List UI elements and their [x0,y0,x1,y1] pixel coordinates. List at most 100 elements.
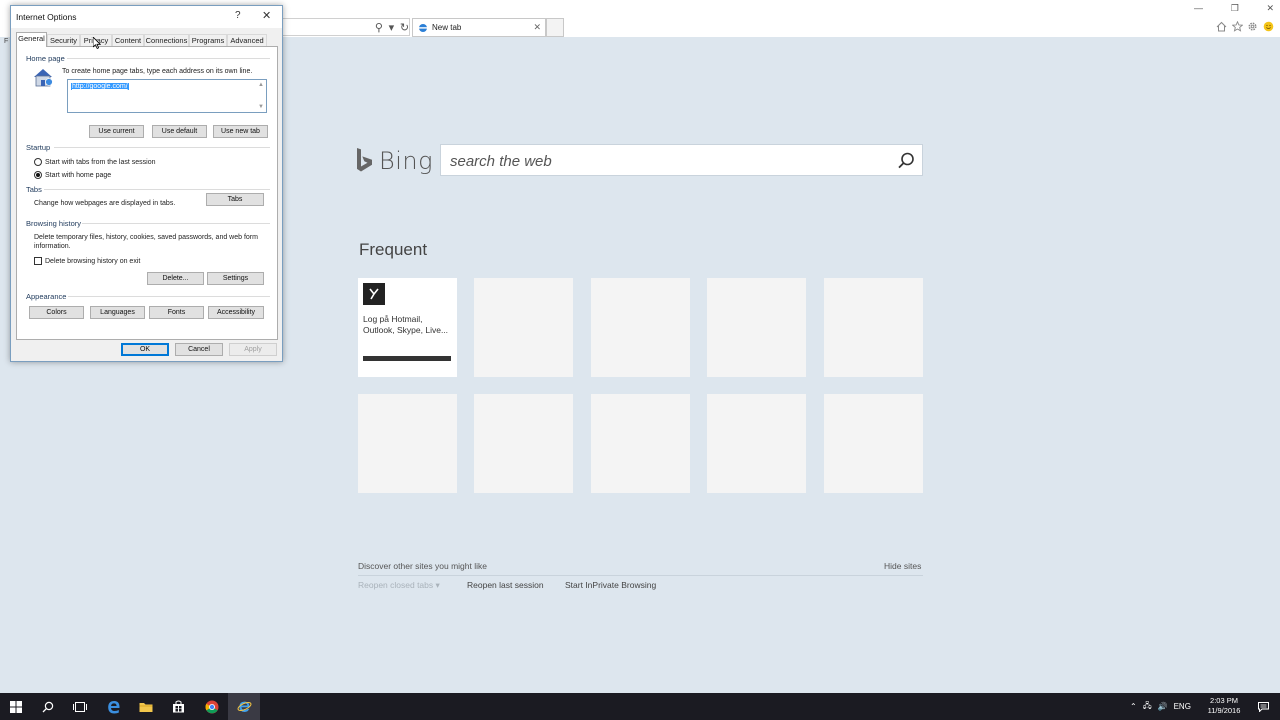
file-explorer-button[interactable] [130,693,162,720]
tile-label: Log på Hotmail, Outlook, Skype, Live... [363,314,449,335]
delete-history-on-exit-checkbox[interactable] [34,257,42,265]
task-view-icon [73,701,87,712]
close-window-icon[interactable]: ✕ [1266,3,1274,15]
edge-taskbar-button[interactable] [98,693,130,720]
dialog-titlebar[interactable]: Internet Options ? ✕ [11,6,282,28]
ok-button[interactable]: OK [121,343,169,356]
minimize-icon[interactable]: — [1194,3,1203,15]
store-bag-icon [172,700,184,713]
search-input[interactable] [450,151,880,171]
smiley-icon[interactable] [1263,21,1274,32]
tab-advanced[interactable]: Advanced [227,34,267,46]
frequent-tile-empty[interactable] [591,278,690,377]
group-divider [68,296,270,297]
help-icon[interactable]: ? [235,10,241,21]
colors-button[interactable]: Colors [29,306,84,319]
clock[interactable]: 2:03 PM 11/9/2016 [1200,696,1248,716]
radio-last-session-label: Start with tabs from the last session [45,159,156,166]
dialog-title: Internet Options [16,12,77,22]
bing-logo: Bing [356,146,433,176]
radio-last-session[interactable] [34,158,42,166]
use-current-button[interactable]: Use current [89,125,144,138]
refresh-icon[interactable]: ↻ [400,21,409,34]
group-divider [82,223,270,224]
tab-connections[interactable]: Connections [144,34,189,46]
frequent-tile-empty[interactable] [474,394,573,493]
internet-explorer-icon [237,701,251,712]
inprivate-browsing-link[interactable]: Start InPrivate Browsing [565,580,656,590]
search-icon [42,701,54,712]
task-view-button[interactable] [64,693,96,720]
use-default-button[interactable]: Use default [152,125,207,138]
mouse-cursor-icon [93,37,101,49]
delete-history-on-exit-label: Delete browsing history on exit [45,258,141,265]
use-new-tab-button[interactable]: Use new tab [213,125,268,138]
browser-tab-new-tab[interactable]: New tab ✕ [412,18,546,37]
tabs-description: Change how webpages are displayed in tab… [34,200,176,207]
home-icon[interactable] [1216,21,1227,32]
outlook-glyph-icon [369,288,379,300]
restore-icon[interactable]: ❐ [1231,3,1239,15]
tabs-settings-button[interactable]: Tabs [206,193,264,206]
frequent-tile-empty[interactable] [707,394,806,493]
frequent-tile-empty[interactable] [358,394,457,493]
tab-security[interactable]: Security [47,34,80,46]
hide-sites-link[interactable]: Hide sites [884,561,921,571]
footer-divider [358,575,923,576]
tile-color-bar [363,356,451,361]
radio-home-page-label: Start with home page [45,172,112,179]
clock-time: 2:03 PM [1210,696,1238,705]
window-controls: — ❐ ✕ [1194,3,1274,15]
dropdown-icon[interactable]: ▾ [389,21,395,34]
frequent-tile-hotmail[interactable]: Log på Hotmail, Outlook, Skype, Live... [358,278,457,377]
apply-button[interactable]: Apply [229,343,277,356]
cancel-button[interactable]: Cancel [175,343,223,356]
browsing-history-description: Delete temporary files, history, cookies… [34,234,258,250]
fonts-button[interactable]: Fonts [149,306,204,319]
search-taskbar-button[interactable] [32,693,64,720]
search-icon[interactable] [895,150,917,172]
home-page-url: http://google.com/ [71,83,129,90]
home-page-group-label: Home page [26,54,65,63]
tab-programs[interactable]: Programs [189,34,227,46]
network-icon[interactable]: 🖧 [1143,700,1152,714]
appearance-group-label: Appearance [26,292,67,301]
discover-sites-text: Discover other sites you might like [358,561,487,571]
reopen-closed-tabs-link[interactable]: Reopen closed tabs ▾ [358,580,440,591]
scroll-down-icon[interactable]: ▼ [258,104,264,110]
chrome-taskbar-button[interactable] [196,693,228,720]
language-indicator[interactable]: ENG [1174,702,1191,711]
frequent-tile-empty[interactable] [591,394,690,493]
history-settings-button[interactable]: Settings [207,272,264,285]
dialog-tab-strip: General Security Privacy Content Connect… [16,32,276,47]
accessibility-button[interactable]: Accessibility [208,306,264,319]
notifications-button[interactable] [1251,693,1275,720]
tab-general[interactable]: General [16,32,47,47]
close-icon[interactable]: ✕ [262,9,271,22]
store-button[interactable] [162,693,194,720]
browsing-history-group-label: Browsing history [26,219,82,228]
chevron-up-icon[interactable]: ⌃ [1130,702,1137,711]
gear-icon[interactable] [1247,21,1258,32]
volume-icon[interactable]: 🔊 [1158,702,1168,711]
delete-button[interactable]: Delete... [147,272,204,285]
scroll-up-icon[interactable]: ▲ [258,82,264,88]
favorites-star-icon[interactable] [1231,20,1243,32]
start-button[interactable] [0,693,32,720]
new-tab-button[interactable] [546,18,564,37]
tab-title: New tab [432,23,462,32]
radio-home-page[interactable] [34,171,42,179]
tab-content[interactable]: Content [112,34,144,46]
internet-explorer-taskbar-button[interactable] [228,693,260,720]
frequent-tile-empty[interactable] [474,278,573,377]
close-tab-icon[interactable]: ✕ [533,22,541,33]
frequent-tile-empty[interactable] [824,394,923,493]
home-page-textarea[interactable]: http://google.com/ ▲ ▼ [67,79,267,113]
reopen-last-session-link[interactable]: Reopen last session [467,580,544,590]
frequent-tile-empty[interactable] [824,278,923,377]
languages-button[interactable]: Languages [90,306,145,319]
frequent-heading: Frequent [359,240,428,259]
home-page-instruction: To create home page tabs, type each addr… [62,68,253,75]
search-icon[interactable]: ⚲ [375,21,383,34]
frequent-tile-empty[interactable] [707,278,806,377]
